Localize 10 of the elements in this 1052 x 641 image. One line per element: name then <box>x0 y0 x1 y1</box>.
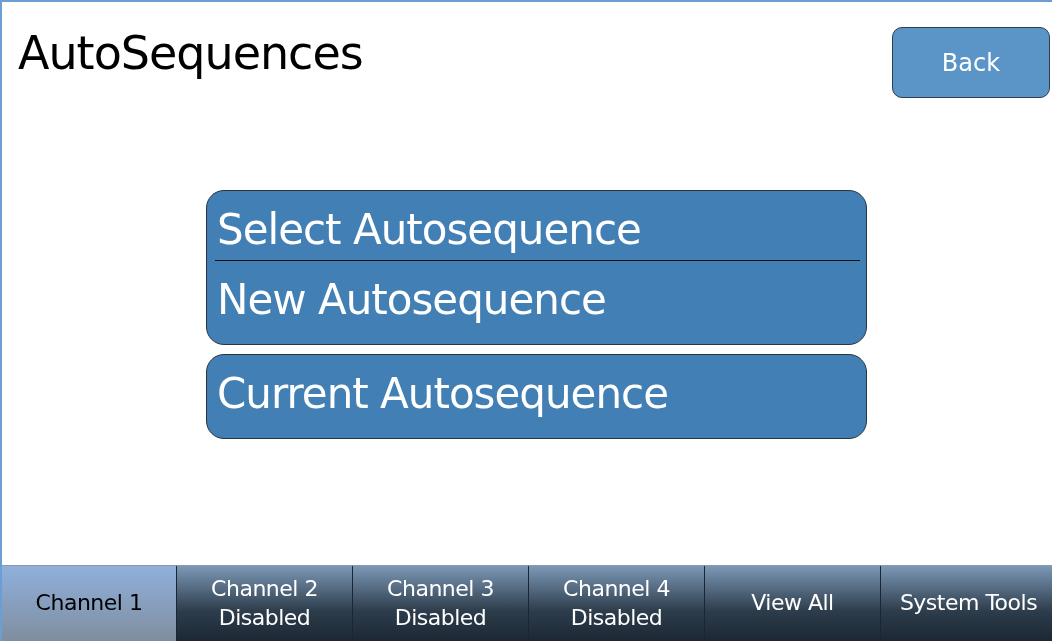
menu-item[interactable]: New Autosequence <box>215 261 860 330</box>
page-title: AutoSequences <box>18 26 363 80</box>
channel-tab[interactable]: System Tools <box>881 566 1052 641</box>
channel-tab[interactable]: Channel 1 <box>2 566 177 641</box>
channel-tab[interactable]: Channel 2 Disabled <box>177 566 353 641</box>
channel-tab[interactable]: Channel 3 Disabled <box>353 566 529 641</box>
channel-tab[interactable]: Channel 4 Disabled <box>529 566 705 641</box>
channel-tab[interactable]: View All <box>705 566 881 641</box>
menu-item[interactable]: Current Autosequence <box>215 355 860 424</box>
menu-item[interactable]: Select Autosequence <box>215 191 860 261</box>
